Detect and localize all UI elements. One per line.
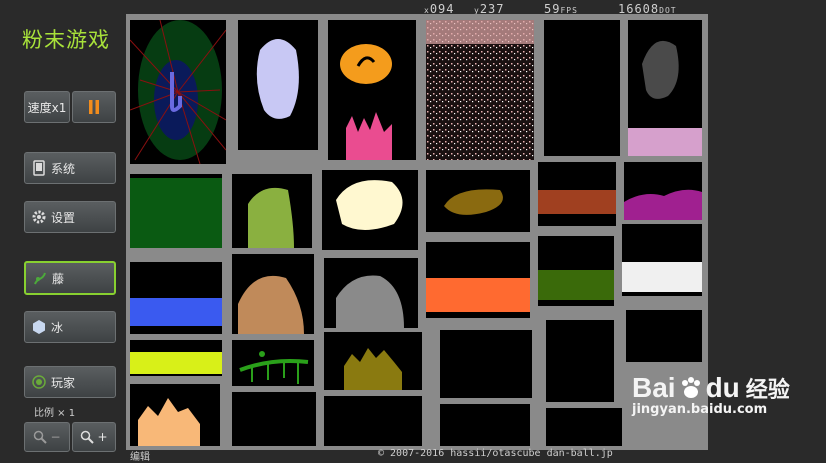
purple-hill-art bbox=[624, 189, 702, 220]
cell-empty-8 bbox=[546, 408, 622, 446]
cell-olive-mound bbox=[324, 332, 422, 390]
lavender-blob-art bbox=[256, 39, 299, 119]
zoom-in-icon bbox=[81, 430, 95, 444]
system-button[interactable]: 系统 bbox=[24, 152, 116, 184]
cell-gray-blob bbox=[628, 20, 702, 156]
zoom-out-label: − bbox=[50, 430, 61, 444]
vine-label: 藤 bbox=[52, 271, 65, 286]
tablet-icon bbox=[33, 160, 45, 176]
cell-gray-hill bbox=[324, 258, 418, 328]
cell-olive-hill bbox=[232, 174, 312, 248]
cell-brown-blob bbox=[426, 170, 530, 232]
zoom-out-button[interactable]: − bbox=[24, 422, 70, 452]
cell-leaf-layer bbox=[538, 236, 614, 306]
cell-orange-blob bbox=[328, 20, 416, 160]
orange-pink-art bbox=[340, 44, 392, 160]
gray-pink-art bbox=[628, 40, 702, 156]
white-layer-art bbox=[622, 262, 702, 292]
edit-label[interactable]: 编辑 bbox=[130, 448, 150, 463]
copyright-text: © 2007-2016 hassii/otascube dan-ball.jp bbox=[378, 448, 613, 459]
cell-tan-hill bbox=[232, 254, 314, 334]
vine-burst-art bbox=[130, 20, 226, 164]
lime-layer-art bbox=[130, 352, 222, 374]
cell-lavender-blob bbox=[238, 20, 318, 150]
ice-label: 冰 bbox=[51, 320, 64, 335]
green-block-art bbox=[130, 178, 222, 248]
blue-layer-art bbox=[130, 298, 222, 326]
pause-icon bbox=[89, 100, 99, 114]
leaf-layer-art bbox=[538, 270, 614, 300]
speed-label: 速度x1 bbox=[27, 100, 67, 115]
cell-vine-drip bbox=[232, 340, 314, 386]
tan-hill-art bbox=[238, 275, 304, 334]
player-icon bbox=[32, 375, 46, 389]
cell-empty-7 bbox=[440, 404, 530, 446]
player-label: 玩家 bbox=[51, 375, 76, 390]
cell-cream-blob bbox=[322, 170, 418, 250]
baidu-brand: Bai bbox=[632, 372, 676, 403]
noise-art bbox=[426, 20, 534, 160]
cell-vine-burst bbox=[130, 20, 226, 164]
baidu-brand-cn: 经验 bbox=[745, 378, 790, 403]
vine-icon bbox=[34, 272, 46, 285]
rust-layer-art bbox=[538, 190, 616, 214]
cream-blob-art bbox=[336, 180, 403, 230]
cell-white-layer bbox=[622, 224, 702, 296]
cell-empty-5 bbox=[232, 392, 316, 446]
cell-salt-noise bbox=[426, 20, 534, 160]
paw-icon bbox=[681, 377, 700, 398]
scale-label: 比例 × 1 bbox=[34, 408, 76, 419]
olive-hill-art bbox=[248, 187, 294, 248]
element-player-button[interactable]: 玩家 bbox=[24, 366, 116, 398]
settings-label: 设置 bbox=[51, 210, 76, 225]
app-title: 粉末游戏 bbox=[22, 28, 110, 52]
system-label: 系统 bbox=[51, 161, 76, 176]
cell-empty bbox=[544, 20, 620, 156]
gear-icon bbox=[32, 210, 46, 224]
peach-hill-art bbox=[138, 398, 200, 446]
zoom-out-icon bbox=[34, 430, 48, 444]
vine-drip-art bbox=[239, 351, 309, 384]
baidu-watermark: Bai du 经验 jingyan.baidu.com bbox=[632, 372, 790, 417]
cell-rust-layer bbox=[538, 162, 616, 226]
cell-blue-layer bbox=[130, 262, 222, 334]
cell-empty-4 bbox=[626, 310, 702, 362]
cell-peach-hill bbox=[130, 384, 220, 446]
brown-blob-art bbox=[444, 189, 503, 215]
gray-hill-art bbox=[336, 275, 404, 328]
orange-layer-art bbox=[426, 278, 530, 312]
cell-green-block bbox=[130, 174, 222, 248]
pause-button[interactable] bbox=[72, 91, 116, 123]
cell-orange-layer bbox=[426, 242, 530, 318]
baidu-url: jingyan.baidu.com bbox=[632, 402, 768, 417]
baidu-brand-2: du bbox=[705, 372, 740, 403]
zoom-in-label: + bbox=[97, 430, 108, 444]
cell-purple-hill bbox=[624, 162, 702, 220]
cell-lime-layer bbox=[130, 340, 222, 376]
cell-empty-2 bbox=[440, 330, 532, 398]
zoom-in-button[interactable]: + bbox=[72, 422, 116, 452]
olive-mound-art bbox=[344, 348, 402, 390]
element-ice-button[interactable]: 冰 bbox=[24, 311, 116, 343]
ice-cube-icon bbox=[33, 320, 45, 334]
game-canvas[interactable] bbox=[126, 14, 708, 450]
speed-button[interactable]: 速度x1 bbox=[24, 91, 70, 123]
cell-empty-3 bbox=[546, 320, 614, 402]
settings-button[interactable]: 设置 bbox=[24, 201, 116, 233]
cell-empty-6 bbox=[324, 396, 422, 446]
element-vine-button[interactable]: 藤 bbox=[24, 261, 116, 295]
